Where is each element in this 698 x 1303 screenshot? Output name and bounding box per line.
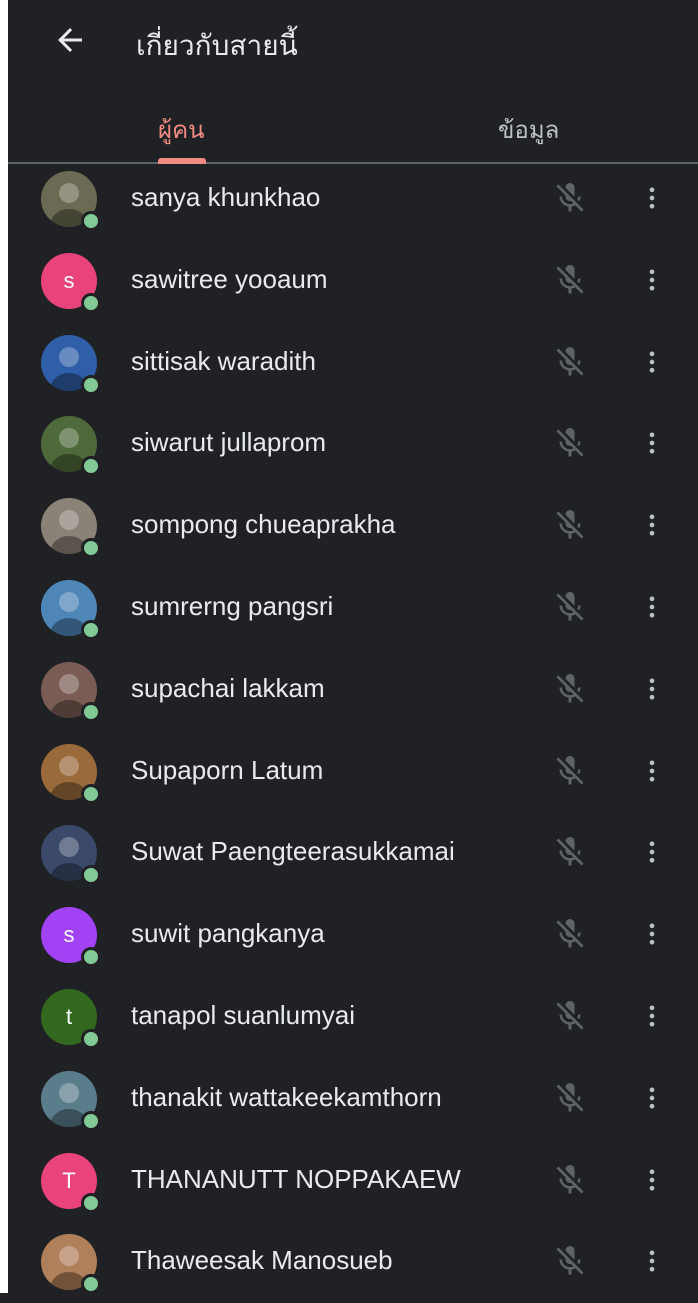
avatar xyxy=(41,743,101,804)
participant-name: sawitree yooaum xyxy=(131,263,328,294)
avatar xyxy=(41,661,101,722)
mic-off-icon[interactable] xyxy=(552,671,588,707)
more-options-icon[interactable] xyxy=(638,1162,666,1198)
mic-off-icon[interactable] xyxy=(552,916,588,952)
participant-name: tanapol suanlumyai xyxy=(131,999,356,1030)
mic-off-icon[interactable] xyxy=(552,1162,588,1198)
arrow-back-icon[interactable] xyxy=(52,22,88,58)
tab-info[interactable]: ข้อมูล xyxy=(498,110,559,149)
avatar: s xyxy=(41,252,101,313)
more-options-icon[interactable] xyxy=(638,753,666,789)
online-status-dot xyxy=(81,1110,101,1131)
more-options-icon[interactable] xyxy=(638,1243,666,1279)
more-options-icon[interactable] xyxy=(638,998,666,1034)
more-options-icon[interactable] xyxy=(638,834,666,870)
avatar xyxy=(41,825,101,886)
more-options-icon[interactable] xyxy=(638,916,666,952)
online-status-dot xyxy=(81,211,101,231)
online-status-dot xyxy=(81,1274,101,1295)
avatar xyxy=(41,171,101,231)
participant-row[interactable]: t tanapol suanlumyai xyxy=(8,976,698,1058)
participant-name: suwit pangkanya xyxy=(131,918,325,949)
participant-row[interactable]: Thaweesak Manosueb xyxy=(8,1221,698,1303)
left-edge xyxy=(0,0,8,1293)
avatar: t xyxy=(41,988,101,1049)
participant-row[interactable]: sompong chueaprakha xyxy=(8,485,698,567)
avatar xyxy=(41,498,101,559)
participant-name: THANANUTT NOPPAKAEW xyxy=(131,1163,461,1194)
participant-row[interactable]: supachai lakkam xyxy=(8,649,698,731)
call-details-screen: เกี่ยวกับสายนี้ ผู้คน ข้อมูล sanya khunk… xyxy=(8,0,698,1295)
participant-row[interactable]: s sawitree yooaum xyxy=(8,240,698,322)
participant-name: Thaweesak Manosueb xyxy=(131,1245,393,1276)
mic-off-icon[interactable] xyxy=(552,1080,588,1116)
mic-off-icon[interactable] xyxy=(552,344,588,380)
avatar xyxy=(41,334,101,395)
page-title: เกี่ยวกับสายนี้ xyxy=(136,30,298,61)
participant-name: thanakit wattakeekamthorn xyxy=(131,1081,442,1112)
more-options-icon[interactable] xyxy=(638,589,666,625)
online-status-dot xyxy=(81,619,101,640)
participant-row[interactable]: s suwit pangkanya xyxy=(8,894,698,976)
online-status-dot xyxy=(81,456,101,477)
mic-off-icon[interactable] xyxy=(552,1243,588,1279)
online-status-dot xyxy=(81,701,101,722)
participant-name: sittisak waradith xyxy=(131,345,316,376)
online-status-dot xyxy=(81,374,101,395)
mic-off-icon[interactable] xyxy=(552,425,588,461)
more-options-icon[interactable] xyxy=(638,671,666,707)
participant-row[interactable]: sumrerng pangsri xyxy=(8,567,698,649)
online-status-dot xyxy=(81,538,101,559)
more-options-icon[interactable] xyxy=(638,507,666,543)
online-status-dot xyxy=(81,783,101,804)
participant-name: sompong chueaprakha xyxy=(131,509,396,540)
avatar: s xyxy=(41,907,101,968)
more-options-icon[interactable] xyxy=(638,425,666,461)
app-bar: เกี่ยวกับสายนี้ xyxy=(8,0,698,84)
online-status-dot xyxy=(81,947,101,968)
participant-row[interactable]: Supaporn Latum xyxy=(8,731,698,813)
avatar xyxy=(41,416,101,477)
more-options-icon[interactable] xyxy=(638,1080,666,1116)
participant-name: siwarut jullaprom xyxy=(131,427,327,458)
participant-name: sumrerng pangsri xyxy=(131,590,334,621)
online-status-dot xyxy=(81,1192,101,1213)
participant-row[interactable]: siwarut jullaprom xyxy=(8,403,698,485)
participant-row[interactable]: sittisak waradith xyxy=(8,322,698,404)
mic-off-icon[interactable] xyxy=(552,262,588,298)
more-options-icon[interactable] xyxy=(638,180,666,216)
avatar xyxy=(41,1234,101,1295)
avatar xyxy=(41,579,101,640)
avatar: T xyxy=(41,1152,101,1213)
participant-row[interactable]: thanakit wattakeekamthorn xyxy=(8,1058,698,1140)
more-options-icon[interactable] xyxy=(638,344,666,380)
participant-row[interactable]: sanya khunkhao xyxy=(8,158,698,240)
tab-bar: ผู้คน ข้อมูล xyxy=(8,96,698,164)
online-status-dot xyxy=(81,1028,101,1049)
participant-row[interactable]: T THANANUTT NOPPAKAEW xyxy=(8,1140,698,1222)
mic-off-icon[interactable] xyxy=(552,589,588,625)
mic-off-icon[interactable] xyxy=(552,834,588,870)
participant-name: supachai lakkam xyxy=(131,672,325,703)
mic-off-icon[interactable] xyxy=(552,753,588,789)
mic-off-icon[interactable] xyxy=(552,507,588,543)
mic-off-icon[interactable] xyxy=(552,998,588,1034)
online-status-dot xyxy=(81,292,101,313)
tab-people[interactable]: ผู้คน xyxy=(158,110,205,149)
participant-row[interactable]: Suwat Paengteerasukkamai xyxy=(8,812,698,894)
participant-name: Supaporn Latum xyxy=(131,754,324,785)
more-options-icon[interactable] xyxy=(638,262,666,298)
mic-off-icon[interactable] xyxy=(552,180,588,216)
participant-name: sanya khunkhao xyxy=(131,182,321,212)
avatar xyxy=(41,1070,101,1131)
participant-list: sanya khunkhao s sawitree yooaum sittisak w… xyxy=(8,158,698,1303)
online-status-dot xyxy=(81,865,101,886)
participant-name: Suwat Paengteerasukkamai xyxy=(131,836,455,867)
